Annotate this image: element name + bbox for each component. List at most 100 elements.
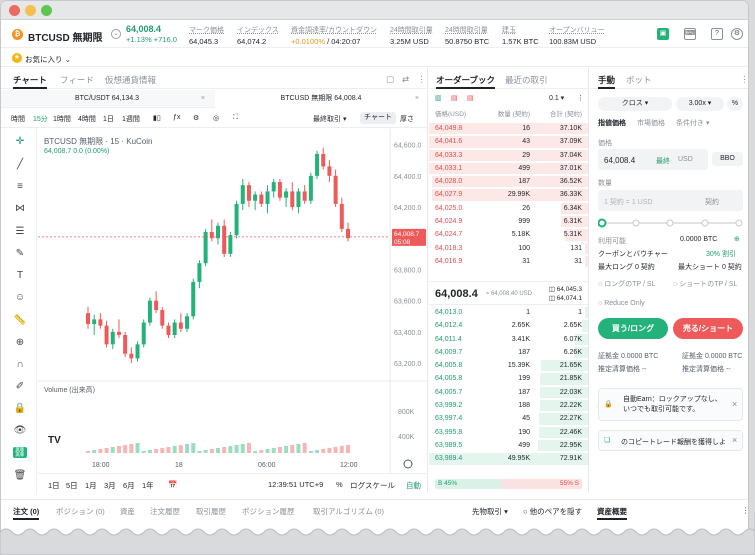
- ask-row[interactable]: 64,028.0 187 36.52K: [429, 175, 588, 188]
- chart-view-button[interactable]: チャート: [360, 112, 396, 124]
- indicators-icon[interactable]: ƒx: [173, 114, 180, 121]
- ruler-icon[interactable]: 📏: [13, 315, 27, 326]
- maximize-window-button[interactable]: [41, 5, 52, 16]
- pencil-lock-icon[interactable]: ✐: [13, 381, 27, 392]
- tab-crypto-info[interactable]: 仮想通貨情報: [105, 74, 156, 86]
- close-icon[interactable]: ×: [732, 399, 737, 409]
- tab-feed[interactable]: フィード: [60, 74, 94, 86]
- price-input[interactable]: 64,008.4 最終 USD: [598, 149, 708, 170]
- margin-mode-dropdown[interactable]: クロス ▾: [598, 97, 672, 111]
- depth-view-button[interactable]: 厚さ: [400, 114, 414, 124]
- trendline-icon[interactable]: ╱: [13, 159, 27, 170]
- brush-icon[interactable]: ✎: [13, 248, 27, 259]
- range-5d[interactable]: 5日: [66, 480, 78, 491]
- ask-row[interactable]: 64,049.8 16 37.10K: [429, 122, 588, 135]
- bid-row[interactable]: 64,012.4 2.65K 2.65K: [429, 319, 588, 332]
- more-icon[interactable]: ⋮: [740, 74, 748, 85]
- ask-row[interactable]: 64,027.9 29.99K 36.33K: [429, 188, 588, 201]
- quantity-slider[interactable]: [598, 217, 743, 229]
- fib-icon[interactable]: ☰: [13, 226, 27, 237]
- more-icon[interactable]: ⋮: [577, 94, 584, 102]
- bid-row[interactable]: 63,999.2 188 22.22K: [429, 399, 588, 412]
- close-icon[interactable]: ×: [415, 90, 419, 108]
- tpsl-long-checkbox[interactable]: ○ ロングのTP / SL: [598, 279, 655, 289]
- close-icon[interactable]: ×: [201, 90, 205, 108]
- bid-row[interactable]: 64,011.4 3.41K 6.07K: [429, 333, 588, 346]
- tf-1d[interactable]: 1日: [103, 114, 114, 124]
- ask-row[interactable]: 64,041.6 43 37.09K: [429, 135, 588, 148]
- tab-chart[interactable]: チャート: [13, 74, 47, 89]
- order-type-conditional[interactable]: 条件付き ▾: [676, 118, 709, 128]
- tab-recent-trades[interactable]: 最近の取引: [505, 74, 548, 86]
- price-type-dropdown[interactable]: 最終取引 ▾: [313, 114, 346, 124]
- range-1d[interactable]: 1日: [48, 480, 60, 491]
- star-icon[interactable]: ★: [12, 53, 22, 63]
- parallel-lines-icon[interactable]: ≡: [13, 181, 27, 192]
- emoji-icon[interactable]: ☺: [13, 292, 27, 303]
- range-1m[interactable]: 1月: [85, 480, 97, 491]
- add-funds-icon[interactable]: ⊕: [734, 235, 740, 243]
- order-type-market[interactable]: 市場価格: [637, 118, 665, 128]
- tf-15m[interactable]: 15分: [33, 114, 48, 124]
- precision-dropdown[interactable]: 0.1 ▾: [549, 94, 564, 102]
- range-1y[interactable]: 1年: [142, 480, 154, 491]
- tf-1w[interactable]: 1週間: [122, 114, 140, 124]
- trash-icon[interactable]: 🗑: [13, 470, 27, 481]
- tf-1h[interactable]: 1時間: [53, 114, 71, 124]
- ask-row[interactable]: 64,033.3 29 37.04K: [429, 149, 588, 162]
- sell-short-button[interactable]: 売る/ショート: [673, 318, 743, 339]
- subtab-btcusdt[interactable]: BTC/USDT 64,134.3 ×: [1, 90, 213, 108]
- bid-row[interactable]: 63,997.4 45 22.27K: [429, 412, 588, 425]
- candlestick-chart[interactable]: 64,600.064,400.064,200.064,000.063,800.0…: [38, 129, 428, 473]
- ask-row[interactable]: 64,025.0 26 6.34K: [429, 202, 588, 215]
- close-icon[interactable]: ×: [732, 435, 737, 445]
- leverage-dropdown[interactable]: 3.00x ▾: [676, 97, 724, 111]
- symbol-selector[interactable]: BTCUSD 無期限: [28, 29, 102, 44]
- minimize-window-button[interactable]: [25, 5, 36, 16]
- ask-row[interactable]: 64,033.1 499 37.01K: [429, 162, 588, 175]
- crosshair-icon[interactable]: ✛: [13, 136, 27, 147]
- text-icon[interactable]: T: [13, 270, 27, 281]
- ask-row[interactable]: 64,024.7 5.18K 5.31K: [429, 228, 588, 241]
- ask-row[interactable]: 64,016.9 31 31: [429, 255, 588, 268]
- swap-icon[interactable]: ⇄: [402, 74, 409, 85]
- bid-row[interactable]: 64,013.0 1 1: [429, 306, 588, 319]
- tpsl-short-checkbox[interactable]: ○ ショートのTP / SL: [673, 279, 737, 289]
- tab-manual[interactable]: 手動: [598, 74, 616, 89]
- promo-auto-earn[interactable]: 🔒 自動Earn：ロックアップなし、いつでも取引可能です。 ×: [598, 388, 743, 421]
- range-6m[interactable]: 6月: [123, 480, 135, 491]
- percent-toggle[interactable]: %: [336, 480, 343, 489]
- fullscreen-icon[interactable]: ⛶: [233, 114, 238, 122]
- close-window-button[interactable]: [9, 5, 20, 16]
- favorites-dropdown[interactable]: お気に入り ⌄: [25, 54, 71, 65]
- ask-row[interactable]: 64,024.9 999 6.31K: [429, 215, 588, 228]
- view-asks-icon[interactable]: ▤: [451, 94, 458, 102]
- link-icon[interactable]: ⛓: [13, 447, 27, 458]
- zoom-icon[interactable]: ⊕: [13, 337, 27, 348]
- pattern-icon[interactable]: ⋈: [13, 203, 27, 214]
- tab-orderbook[interactable]: オーダーブック: [436, 74, 495, 89]
- bid-row[interactable]: 63,989.5 499 22.95K: [429, 439, 588, 452]
- screenshot-icon[interactable]: ◎: [213, 114, 219, 122]
- gift-icon[interactable]: ▣: [657, 28, 669, 40]
- buy-long-button[interactable]: 買う/ロング: [598, 318, 668, 339]
- promo-copy-trade[interactable]: ❏ のコピートレード報酬を獲得しよう ×: [598, 430, 743, 451]
- quantity-input[interactable]: 1 契約 = 1 USD 契約: [598, 190, 743, 211]
- candle-type-icon[interactable]: ▮▯: [153, 114, 161, 122]
- calendar-icon[interactable]: 📅: [168, 480, 177, 489]
- view-both-icon[interactable]: ▥: [435, 94, 442, 102]
- eye-icon[interactable]: 👁: [13, 425, 27, 436]
- bid-row[interactable]: 64,005.8 199 21.85K: [429, 372, 588, 385]
- reduce-only-checkbox[interactable]: ○ Reduce Only: [598, 300, 645, 307]
- settings-icon[interactable]: ⚙: [193, 114, 199, 122]
- more-icon[interactable]: ⋮: [417, 74, 426, 85]
- bid-row[interactable]: 63,989.4 49.95K 72.91K: [429, 452, 588, 465]
- chevron-down-icon[interactable]: ⌄: [111, 29, 121, 39]
- bid-row[interactable]: 64,009.7 187 6.26K: [429, 346, 588, 359]
- keyboard-icon[interactable]: ⌨: [684, 28, 696, 40]
- bbo-button[interactable]: BBO: [712, 152, 743, 166]
- chart-area[interactable]: 64,600.064,400.064,200.064,000.063,800.0…: [38, 129, 428, 493]
- range-3m[interactable]: 3月: [104, 480, 116, 491]
- view-bids-icon[interactable]: ▤: [467, 94, 474, 102]
- coupon-value[interactable]: 30% 割引: [706, 249, 736, 259]
